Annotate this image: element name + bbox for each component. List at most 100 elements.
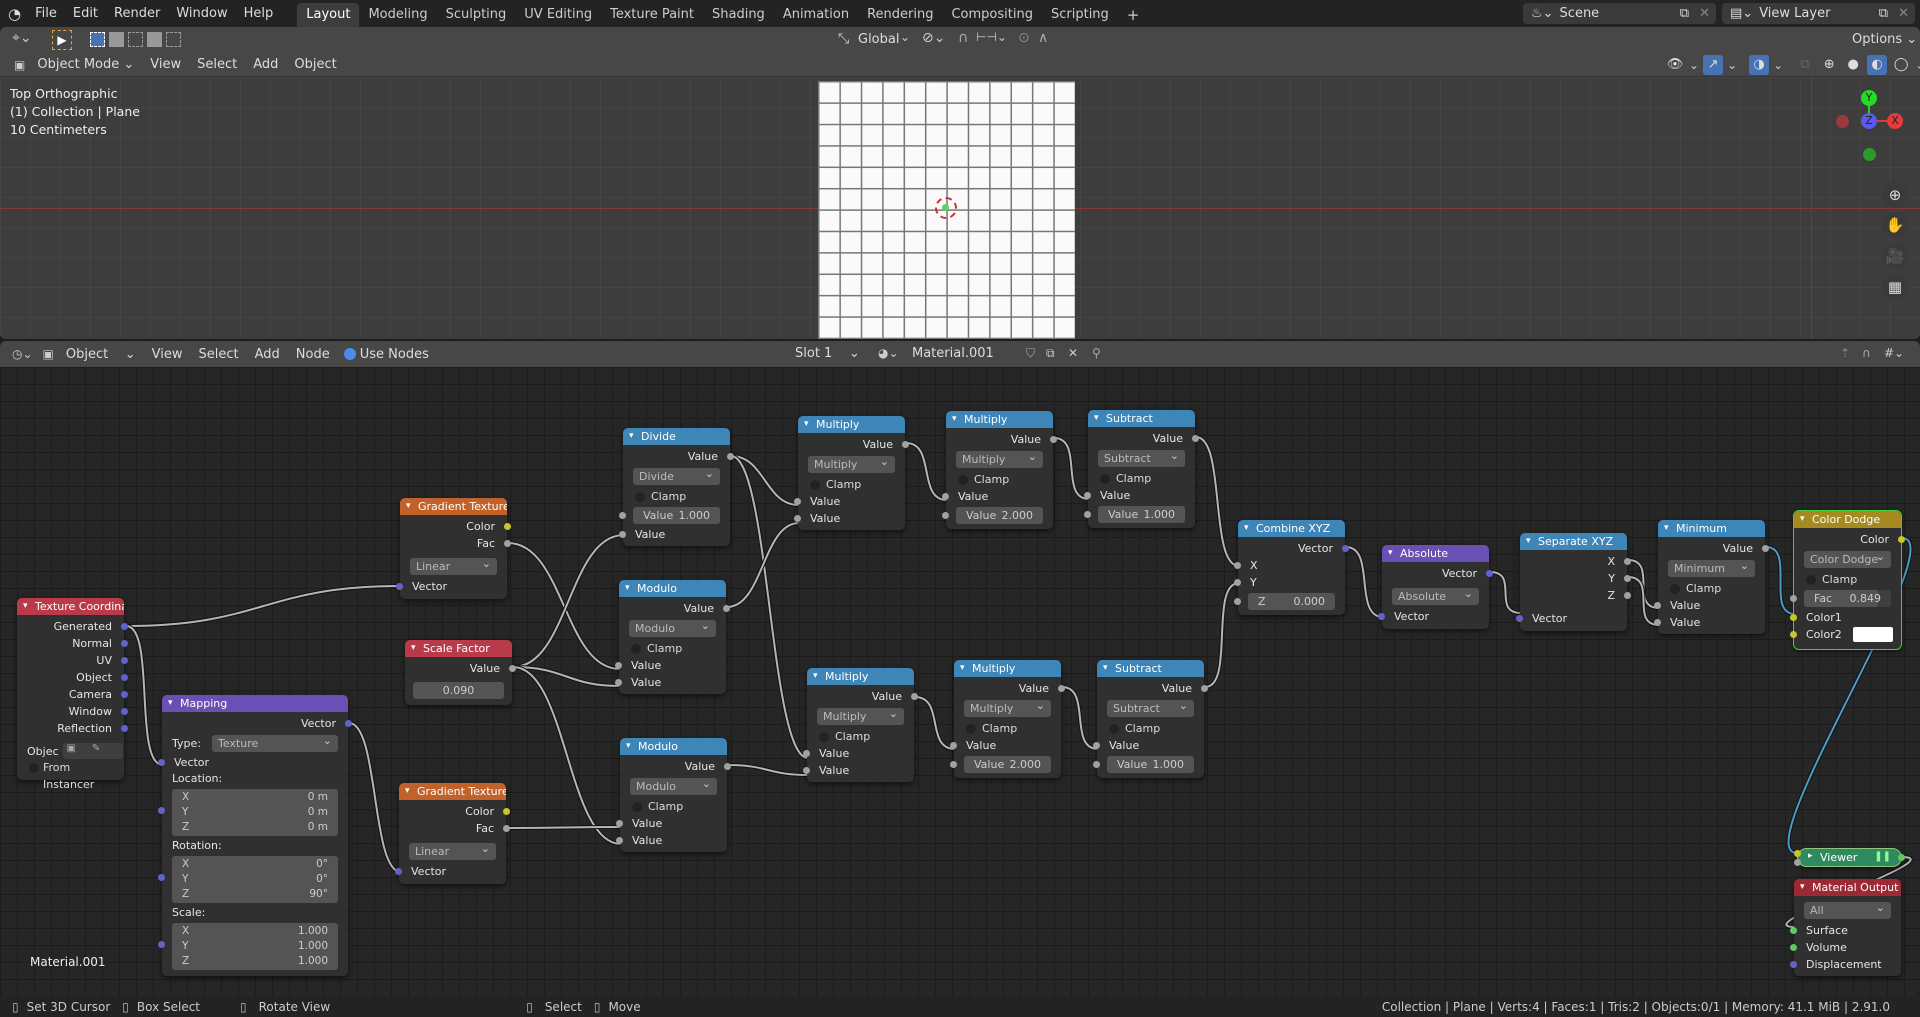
chevron-down-icon[interactable]: ⌄ bbox=[1689, 58, 1699, 72]
material-preview-shading-icon[interactable]: ◐ bbox=[1867, 55, 1888, 75]
node-color-dodge[interactable]: Color Dodge Color Color Dodge Clamp Fac 0… bbox=[1790, 510, 1905, 650]
snap-icon[interactable]: ∩ bbox=[958, 30, 968, 46]
camera-view-icon[interactable]: 🎥 bbox=[1882, 243, 1908, 269]
material-name-field[interactable]: Material.001 bbox=[912, 346, 994, 361]
pan-hand-icon[interactable]: ✋ bbox=[1882, 212, 1908, 238]
node-multiply[interactable]: Multiply Value Multiply Clamp Value Valu… bbox=[942, 411, 1057, 529]
view-layer-selector[interactable]: ▤⌄ View Layer ⧉ ✕ bbox=[1722, 3, 1915, 24]
add-workspace-button[interactable]: + bbox=[1118, 3, 1149, 27]
tab-rendering[interactable]: Rendering bbox=[858, 3, 942, 27]
select-extend-icon[interactable] bbox=[109, 32, 124, 47]
from-instancer-checkbox[interactable]: From Instancer bbox=[17, 759, 124, 791]
menu-render[interactable]: Render bbox=[106, 0, 168, 27]
operation-dropdown[interactable]: Modulo bbox=[629, 617, 716, 637]
output-socket[interactable] bbox=[121, 691, 128, 698]
node-minimum[interactable]: Minimum Value Minimum Clamp Value Value bbox=[1654, 520, 1769, 634]
output-socket[interactable] bbox=[723, 605, 730, 612]
menu-file[interactable]: File bbox=[27, 0, 65, 27]
zoom-icon[interactable]: ⊕ bbox=[1882, 182, 1908, 208]
input-socket[interactable] bbox=[619, 512, 626, 519]
gizmo-z[interactable]: Z bbox=[1861, 113, 1877, 129]
output-socket[interactable] bbox=[504, 540, 511, 547]
output-socket[interactable] bbox=[121, 725, 128, 732]
chevron-down-icon[interactable]: ⌄ bbox=[1915, 58, 1920, 72]
menu-help[interactable]: Help bbox=[236, 0, 282, 27]
scale-x-field[interactable]: 1.000 bbox=[298, 924, 328, 939]
rotation-z-field[interactable]: 90° bbox=[309, 887, 328, 902]
axis-gizmo[interactable]: Y Z X bbox=[1820, 87, 1920, 167]
operation-dropdown[interactable]: Multiply bbox=[956, 448, 1043, 468]
node-header[interactable]: Modulo bbox=[619, 580, 726, 597]
clamp-checkbox[interactable]: Clamp bbox=[620, 798, 727, 815]
scale-z-field[interactable]: 1.000 bbox=[298, 954, 328, 969]
input-socket[interactable] bbox=[950, 742, 957, 749]
gradient-type-dropdown[interactable]: Linear bbox=[409, 840, 496, 860]
snap-element-icon[interactable]: #⌄ bbox=[1884, 346, 1904, 360]
select-intersect-icon[interactable] bbox=[166, 32, 181, 47]
tab-compositing[interactable]: Compositing bbox=[942, 3, 1042, 27]
object-field[interactable]: ▣ ✎ bbox=[62, 743, 123, 759]
output-socket[interactable] bbox=[1058, 685, 1065, 692]
output-socket[interactable] bbox=[121, 657, 128, 664]
node-header[interactable]: Viewer bbox=[1820, 851, 1857, 864]
scale-factor-value-field[interactable]: 0.090 bbox=[413, 682, 504, 699]
use-nodes-checkbox[interactable] bbox=[343, 348, 356, 360]
slot-dropdown[interactable]: Slot 1 ⌄ bbox=[795, 346, 860, 361]
clamp-checkbox[interactable]: Clamp bbox=[1097, 720, 1204, 737]
wireframe-shading-icon[interactable]: ⊕ bbox=[1819, 55, 1839, 75]
tab-shading[interactable]: Shading bbox=[703, 3, 774, 27]
clamp-checkbox[interactable]: Clamp bbox=[798, 476, 905, 493]
node-header[interactable]: Absolute bbox=[1382, 545, 1489, 562]
output-socket[interactable] bbox=[1898, 536, 1905, 543]
output-socket[interactable] bbox=[1898, 854, 1905, 861]
value-field[interactable]: Value 2.000 bbox=[950, 756, 1051, 773]
input-socket[interactable] bbox=[1790, 944, 1797, 951]
rotation-y-field[interactable]: 0° bbox=[316, 872, 328, 887]
duplicate-material-icon[interactable]: ⧉ bbox=[1046, 346, 1055, 361]
clamp-checkbox[interactable]: Clamp bbox=[946, 471, 1053, 488]
output-socket[interactable] bbox=[121, 623, 128, 630]
node-header[interactable]: Combine XYZ bbox=[1238, 520, 1345, 537]
snap-icon[interactable]: ∩ bbox=[1862, 346, 1871, 360]
input-socket[interactable] bbox=[1234, 562, 1241, 569]
node-header[interactable]: Modulo bbox=[620, 738, 727, 755]
output-socket[interactable] bbox=[1050, 436, 1057, 443]
output-socket[interactable] bbox=[345, 720, 352, 727]
input-socket[interactable] bbox=[158, 874, 165, 881]
rotation-fields[interactable]: X 0° Y 0° Z 90° bbox=[158, 856, 338, 903]
tab-uv-editing[interactable]: UV Editing bbox=[515, 3, 601, 27]
node-header[interactable]: Subtract bbox=[1097, 660, 1204, 677]
output-socket[interactable] bbox=[1624, 592, 1631, 599]
color2-swatch[interactable] bbox=[1853, 627, 1893, 642]
output-socket[interactable] bbox=[1201, 685, 1208, 692]
node-menu-node[interactable]: Node bbox=[288, 347, 338, 362]
output-socket[interactable] bbox=[1762, 545, 1769, 552]
node-gradient-texture[interactable]: Gradient Texture Color Fac Linear Vector bbox=[396, 498, 511, 599]
input-socket[interactable] bbox=[942, 512, 949, 519]
gizmo-neg-y[interactable] bbox=[1863, 148, 1876, 161]
proportional-edit-icon[interactable]: ⊙ bbox=[1018, 30, 1030, 46]
node-subtract[interactable]: Subtract Value Subtract Clamp Value Valu… bbox=[1093, 660, 1208, 778]
clamp-checkbox[interactable]: Clamp bbox=[1088, 470, 1195, 487]
tab-sculpting[interactable]: Sculpting bbox=[437, 3, 516, 27]
clamp-checkbox[interactable]: Clamp bbox=[954, 720, 1061, 737]
output-socket[interactable] bbox=[504, 523, 511, 530]
operation-dropdown[interactable]: Multiply bbox=[808, 453, 895, 473]
viewport-menu-view[interactable]: View bbox=[142, 57, 189, 72]
node-header[interactable]: Multiply bbox=[954, 660, 1061, 677]
input-socket[interactable] bbox=[616, 820, 623, 827]
menu-window[interactable]: Window bbox=[168, 0, 235, 27]
chevron-down-icon[interactable]: ⌄ bbox=[1727, 58, 1737, 72]
gradient-type-dropdown[interactable]: Linear bbox=[410, 555, 497, 575]
input-socket[interactable] bbox=[950, 761, 957, 768]
output-socket[interactable] bbox=[1486, 570, 1493, 577]
orthographic-grid-icon[interactable]: ▦ bbox=[1882, 274, 1908, 300]
node-mapping[interactable]: Mapping Vector Type: Texture Vector Loca… bbox=[158, 695, 352, 976]
gizmo-y[interactable]: Y bbox=[1861, 90, 1877, 106]
location-y-field[interactable]: 0 m bbox=[308, 805, 328, 820]
node-gradient-texture[interactable]: Gradient Texture Color Fac Linear Vector bbox=[395, 783, 510, 884]
node-header[interactable]: Divide bbox=[623, 428, 730, 445]
clamp-checkbox[interactable]: Clamp bbox=[1658, 580, 1765, 597]
node-scale-factor[interactable]: Scale Factor Value 0.090 bbox=[405, 640, 516, 705]
tab-texture-paint[interactable]: Texture Paint bbox=[601, 3, 703, 27]
